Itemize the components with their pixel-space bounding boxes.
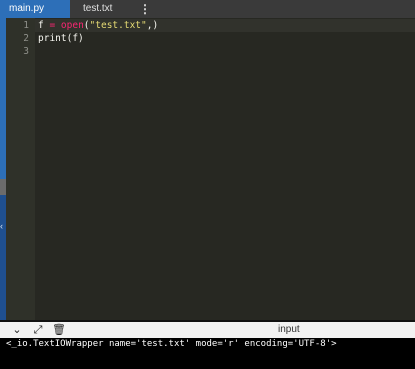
console-toolbar: ⌄ ⤢ 🗑 input	[0, 322, 415, 338]
console-output: <_io.TextIOWrapper name='test.txt' mode=…	[0, 338, 415, 369]
line-number: 2	[23, 33, 29, 44]
input-label: input	[278, 324, 300, 335]
tab-main-py[interactable]: main.py	[6, 0, 70, 18]
line-number: 1	[23, 20, 29, 31]
more-options-icon[interactable]: ⋮	[139, 0, 151, 18]
line-number-gutter: 1 2 3	[6, 18, 35, 321]
clear-icon[interactable]: 🗑	[52, 323, 66, 337]
punctuation: ,)	[146, 20, 159, 31]
console-line: <_io.TextIOWrapper name='test.txt' mode=…	[6, 339, 337, 349]
punctuation: (f)	[66, 33, 84, 44]
code-line-2[interactable]: print(f)	[38, 32, 84, 45]
code-editor[interactable]: 1 2 3 f = open("test.txt",) print(f)	[6, 18, 415, 321]
tab-bar: main.py test.txt ⋮	[6, 0, 415, 19]
string-literal: "test.txt"	[89, 20, 147, 31]
operator: =	[43, 20, 61, 31]
function-name: print	[38, 33, 67, 44]
expand-icon[interactable]: ⤢	[31, 323, 45, 337]
function-name: open	[60, 20, 84, 31]
code-line-1[interactable]: f = open("test.txt",)	[38, 19, 158, 32]
tab-label: main.py	[9, 3, 45, 14]
line-number: 3	[23, 46, 29, 57]
chevron-down-icon[interactable]: ⌄	[10, 323, 24, 337]
tab-label: test.txt	[83, 3, 113, 14]
